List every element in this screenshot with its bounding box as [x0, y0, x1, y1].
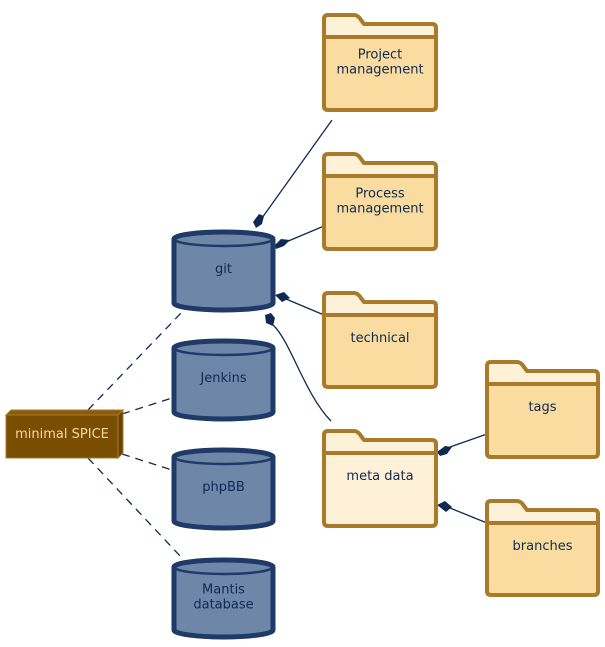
- database-mantis-database[interactable]: Mantisdatabase: [171, 557, 276, 640]
- folder-tags[interactable]: tags: [485, 360, 600, 459]
- label-line: Project: [358, 48, 402, 63]
- composition-edge-process: [285, 225, 325, 243]
- folder-icon: [322, 291, 438, 317]
- folder-project-management[interactable]: Projectmanagement: [322, 13, 438, 112]
- composition-edge-branches: [449, 507, 488, 524]
- folder-process-management[interactable]: Processmanagement: [322, 152, 438, 251]
- label-line: Jenkins: [199, 371, 246, 386]
- label-line: branches: [513, 539, 573, 554]
- database-jenkins[interactable]: Jenkins: [171, 338, 276, 422]
- dependency-edge-phpbb: [121, 453, 173, 471]
- composition-diamond-icon: [275, 292, 290, 302]
- composition-edge-tags: [449, 433, 488, 448]
- composition-diamond-icon: [275, 239, 290, 249]
- dependency-edge-git: [87, 311, 183, 411]
- label-line: phpBB: [202, 480, 245, 495]
- folder-icon: [485, 360, 600, 386]
- label-line: Process: [355, 187, 405, 202]
- dependency-edge-jenkins: [121, 397, 173, 415]
- label-line: git: [215, 262, 232, 277]
- label-line: technical: [350, 331, 409, 346]
- dependency-edge-mantis: [87, 457, 183, 559]
- folder-technical[interactable]: technical: [322, 291, 438, 389]
- composition-diamond-icon: [253, 214, 264, 228]
- folder-icon: [485, 499, 600, 525]
- folder-icon: [322, 429, 438, 455]
- label-line: management: [336, 63, 423, 78]
- composition-edge-project: [261, 119, 333, 219]
- diagram-canvas: ProjectmanagementProcessmanagementtechni…: [4, 13, 600, 640]
- label-line: Mantis: [202, 583, 245, 598]
- composition-diamond-icon: [437, 501, 452, 512]
- label-line: management: [336, 202, 423, 217]
- label-line: tags: [528, 400, 556, 415]
- folder-icon: [322, 13, 438, 39]
- node-minimal-spice[interactable]: minimal SPICE: [4, 408, 125, 460]
- label-line: database: [193, 598, 253, 613]
- database-git[interactable]: git: [171, 229, 276, 313]
- node-label: minimal SPICE: [15, 427, 109, 442]
- folder-meta-data[interactable]: meta data: [322, 429, 438, 528]
- label-line: meta data: [346, 469, 413, 484]
- database-phpbb[interactable]: phpBB: [171, 447, 276, 531]
- composition-diamond-icon: [265, 313, 275, 326]
- folder-icon: [322, 152, 438, 178]
- composition-diamond-icon: [437, 446, 452, 456]
- composition-edge-technical: [285, 298, 325, 316]
- folder-branches[interactable]: branches: [485, 499, 600, 597]
